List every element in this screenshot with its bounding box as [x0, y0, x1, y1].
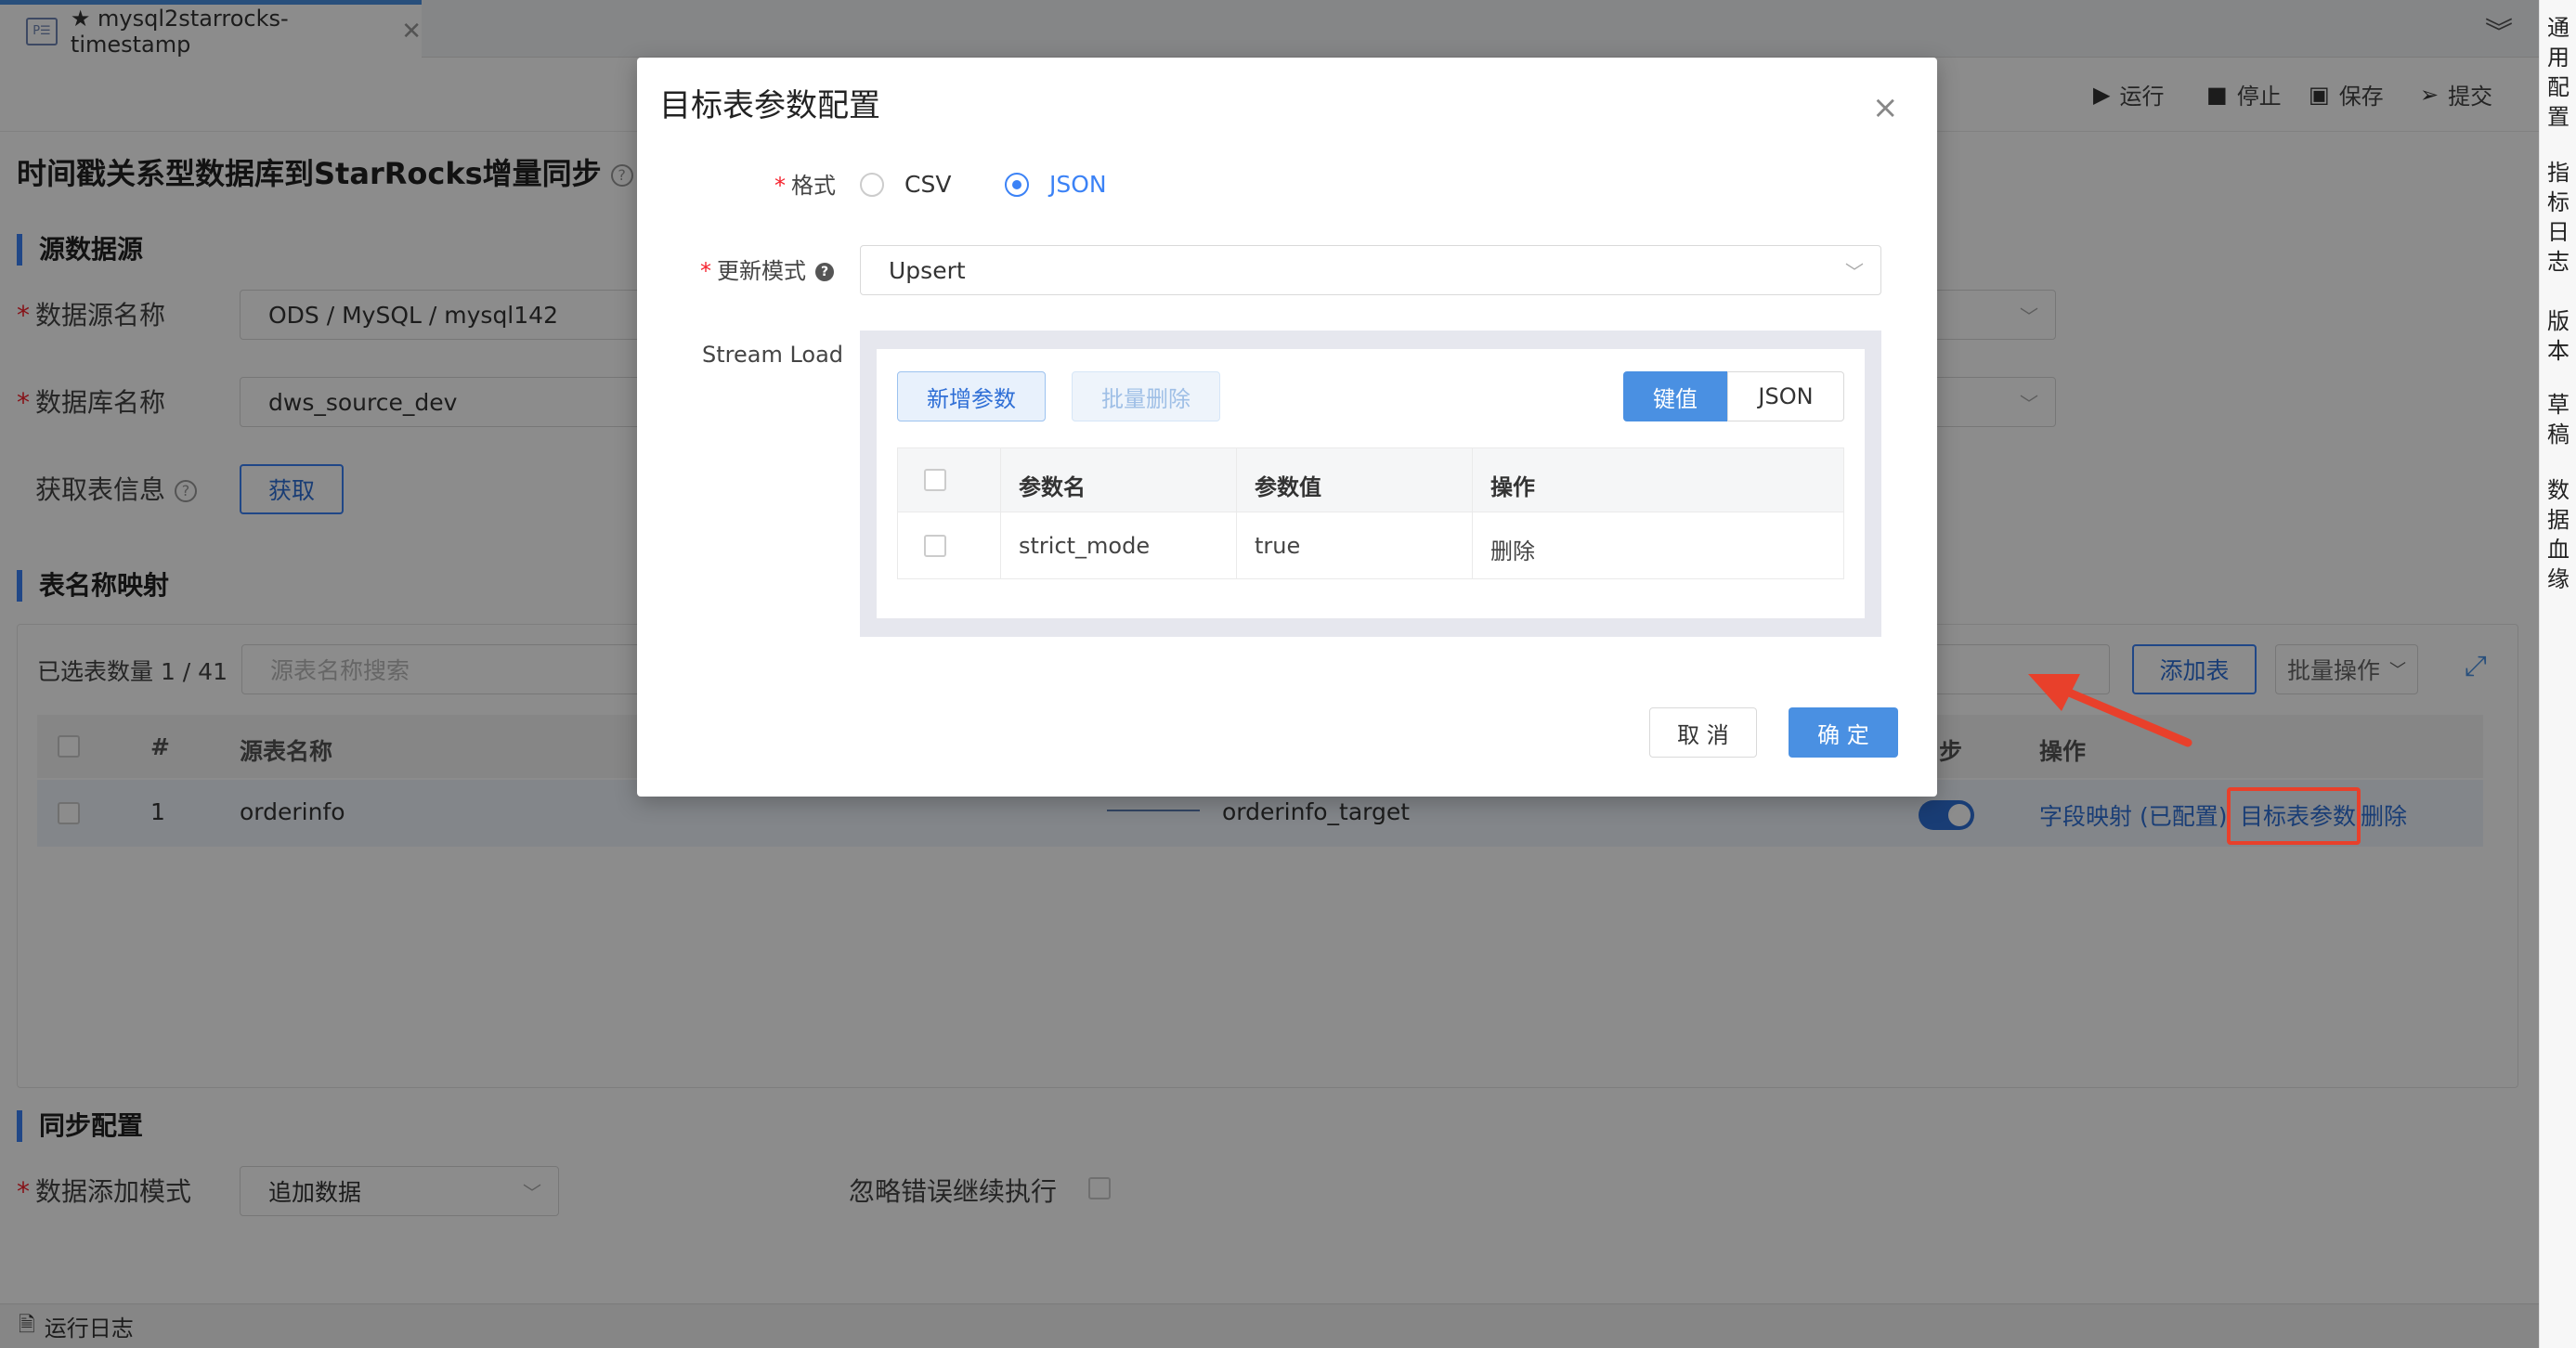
- update-mode-label-text: 更新模式: [717, 258, 806, 284]
- modal-title: 目标表参数配置: [659, 87, 880, 124]
- col-divider: [1000, 512, 1001, 578]
- param-delete-link[interactable]: 删除: [1490, 533, 1535, 565]
- format-csv-label[interactable]: CSV: [904, 171, 951, 198]
- format-csv-radio[interactable]: [860, 173, 884, 197]
- col-divider: [1472, 448, 1473, 512]
- col-divider: [1000, 448, 1001, 512]
- update-mode-label: * 更新模式?: [700, 253, 834, 285]
- ok-button[interactable]: 确 定: [1789, 707, 1898, 758]
- params-table-header: 参数名 参数值 操作: [897, 447, 1844, 512]
- rail-label: 数据血缘: [2547, 477, 2569, 592]
- rail-general-config[interactable]: 通用配置: [2540, 13, 2576, 132]
- table-row: strict_mode true 删除: [897, 512, 1844, 579]
- annotation-highlight-box: [2227, 787, 2361, 845]
- stream-load-label: Stream Load: [702, 342, 844, 368]
- rail-label: 草稿: [2547, 392, 2569, 447]
- view-kv-toggle[interactable]: 键值: [1623, 371, 1727, 421]
- batch-delete-button[interactable]: 批量删除: [1072, 371, 1220, 421]
- col-divider: [1236, 448, 1237, 512]
- col-param-value: 参数值: [1255, 474, 1321, 500]
- select-all-checkbox[interactable]: [924, 469, 946, 491]
- annotation-arrow-icon: [2028, 674, 2192, 747]
- update-mode-select[interactable]: Upsert ﹀: [860, 245, 1881, 295]
- param-value: true: [1255, 533, 1301, 559]
- add-param-button[interactable]: 新增参数: [897, 371, 1046, 421]
- update-mode-value: Upsert: [889, 256, 966, 284]
- rail-label: 通用配置: [2547, 15, 2569, 130]
- rail-lineage[interactable]: 数据血缘: [2540, 475, 2576, 594]
- format-json-radio[interactable]: [1005, 173, 1029, 197]
- rail-label: 指标日志: [2547, 160, 2569, 275]
- close-icon[interactable]: ×: [1872, 89, 1899, 126]
- chevron-down-icon: ﹀: [1845, 260, 1864, 283]
- col-param-name: 参数名: [1019, 474, 1086, 500]
- target-params-modal: 目标表参数配置 × * 格式 CSV JSON * 更新模式? Upsert ﹀ St…: [637, 58, 1937, 797]
- format-json-label[interactable]: JSON: [1049, 171, 1107, 198]
- row-checkbox[interactable]: [924, 535, 946, 557]
- col-divider: [1472, 512, 1473, 578]
- cancel-button[interactable]: 取 消: [1649, 707, 1757, 758]
- format-label: * 格式: [774, 173, 836, 199]
- right-rail: 通用配置 指标日志 版本 草稿 数据血缘: [2539, 0, 2576, 1348]
- col-param-ops: 操作: [1490, 474, 1535, 500]
- col-divider: [1236, 512, 1237, 578]
- view-json-toggle[interactable]: JSON: [1727, 371, 1844, 421]
- param-name: strict_mode: [1019, 533, 1151, 559]
- rail-label: 版本: [2547, 308, 2569, 364]
- rail-metrics-log[interactable]: 指标日志: [2540, 158, 2576, 277]
- format-label-text: 格式: [791, 173, 836, 199]
- rail-version[interactable]: 版本: [2540, 306, 2576, 366]
- rail-draft[interactable]: 草稿: [2540, 390, 2576, 449]
- help-icon[interactable]: ?: [815, 263, 834, 281]
